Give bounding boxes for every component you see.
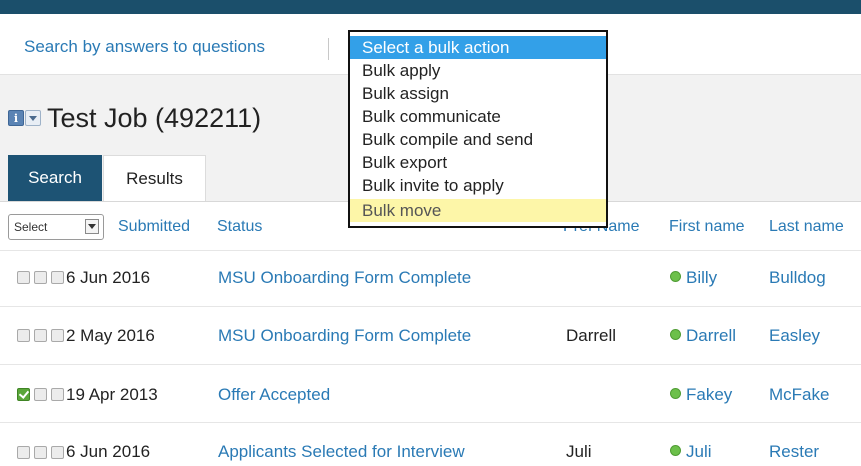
- info-icon[interactable]: i: [8, 110, 24, 126]
- row-checkbox[interactable]: [51, 329, 64, 342]
- pref-name: Juli: [566, 442, 592, 461]
- bulk-option-communicate[interactable]: Bulk communicate: [350, 105, 606, 128]
- toolbar-separator: [328, 38, 329, 60]
- bulk-option-assign[interactable]: Bulk assign: [350, 82, 606, 105]
- last-name-link[interactable]: Easley: [769, 326, 820, 346]
- submitted-date: 6 Jun 2016: [66, 268, 151, 287]
- chevron-down-icon[interactable]: [25, 110, 41, 126]
- row-checkbox[interactable]: [51, 446, 64, 459]
- select-dropdown[interactable]: Select: [8, 214, 104, 240]
- row-checkboxes: [17, 388, 64, 401]
- row-checkbox[interactable]: [17, 329, 30, 342]
- submitted-date: 19 Apr 2013: [66, 385, 158, 404]
- last-name-link[interactable]: McFake: [769, 385, 829, 405]
- row-checkbox-checked[interactable]: [17, 388, 30, 401]
- submitted-date: 2 May 2016: [66, 326, 155, 345]
- status-dot-icon: [670, 388, 681, 399]
- first-name-link[interactable]: Fakey: [670, 385, 732, 405]
- bulk-action-dropdown[interactable]: Select a bulk action Bulk apply Bulk ass…: [348, 30, 608, 228]
- row-checkbox[interactable]: [34, 329, 47, 342]
- header-last-name[interactable]: Last name: [769, 218, 844, 236]
- tab-search[interactable]: Search: [8, 155, 102, 201]
- search-by-answers-link[interactable]: Search by answers to questions: [24, 37, 265, 57]
- last-name-link[interactable]: Rester: [769, 442, 819, 462]
- bulk-option-select[interactable]: Select a bulk action: [350, 36, 606, 59]
- header-submitted[interactable]: Submitted: [118, 218, 190, 236]
- row-divider: [0, 422, 861, 423]
- top-banner: [0, 0, 861, 14]
- bulk-option-invite-to-apply[interactable]: Bulk invite to apply: [350, 174, 606, 197]
- status-link[interactable]: Offer Accepted: [218, 385, 330, 405]
- header-first-name[interactable]: First name: [669, 218, 745, 236]
- row-divider: [0, 306, 861, 307]
- row-divider: [0, 364, 861, 365]
- bulk-option-move[interactable]: Bulk move: [350, 199, 606, 222]
- bulk-option-export[interactable]: Bulk export: [350, 151, 606, 174]
- row-checkbox[interactable]: [34, 271, 47, 284]
- row-checkbox[interactable]: [17, 271, 30, 284]
- first-name: Darrell: [686, 326, 737, 345]
- submitted-date: 6 Jun 2016: [66, 442, 151, 461]
- status-dot-icon: [670, 271, 681, 282]
- last-name-link[interactable]: Bulldog: [769, 268, 826, 288]
- select-dropdown-label: Select: [14, 220, 48, 234]
- first-name: Fakey: [686, 385, 733, 404]
- bulk-option-apply[interactable]: Bulk apply: [350, 59, 606, 82]
- first-name: Juli: [686, 442, 712, 461]
- first-name-link[interactable]: Darrell: [670, 326, 736, 346]
- row-checkbox[interactable]: [34, 388, 47, 401]
- row-checkboxes: [17, 329, 64, 342]
- row-checkboxes: [17, 446, 64, 459]
- status-link[interactable]: MSU Onboarding Form Complete: [218, 268, 471, 288]
- status-dot-icon: [670, 329, 681, 340]
- header-status[interactable]: Status: [217, 218, 262, 236]
- first-name: Billy: [686, 268, 718, 287]
- pref-name: Darrell: [566, 326, 617, 345]
- bulk-option-compile-and-send[interactable]: Bulk compile and send: [350, 128, 606, 151]
- row-checkboxes: [17, 271, 64, 284]
- first-name-link[interactable]: Juli: [670, 442, 712, 462]
- status-link[interactable]: MSU Onboarding Form Complete: [218, 326, 471, 346]
- row-checkbox[interactable]: [34, 446, 47, 459]
- job-header: i Test Job (492211): [8, 100, 261, 136]
- row-divider: [0, 250, 861, 251]
- tab-results[interactable]: Results: [103, 155, 206, 201]
- row-checkbox[interactable]: [51, 388, 64, 401]
- page-title: Test Job (492211): [47, 102, 262, 133]
- first-name-link[interactable]: Billy: [670, 268, 717, 288]
- status-link[interactable]: Applicants Selected for Interview: [218, 442, 465, 462]
- row-checkbox[interactable]: [17, 446, 30, 459]
- status-dot-icon: [670, 445, 681, 456]
- row-checkbox[interactable]: [51, 271, 64, 284]
- chevron-down-icon[interactable]: [85, 219, 99, 234]
